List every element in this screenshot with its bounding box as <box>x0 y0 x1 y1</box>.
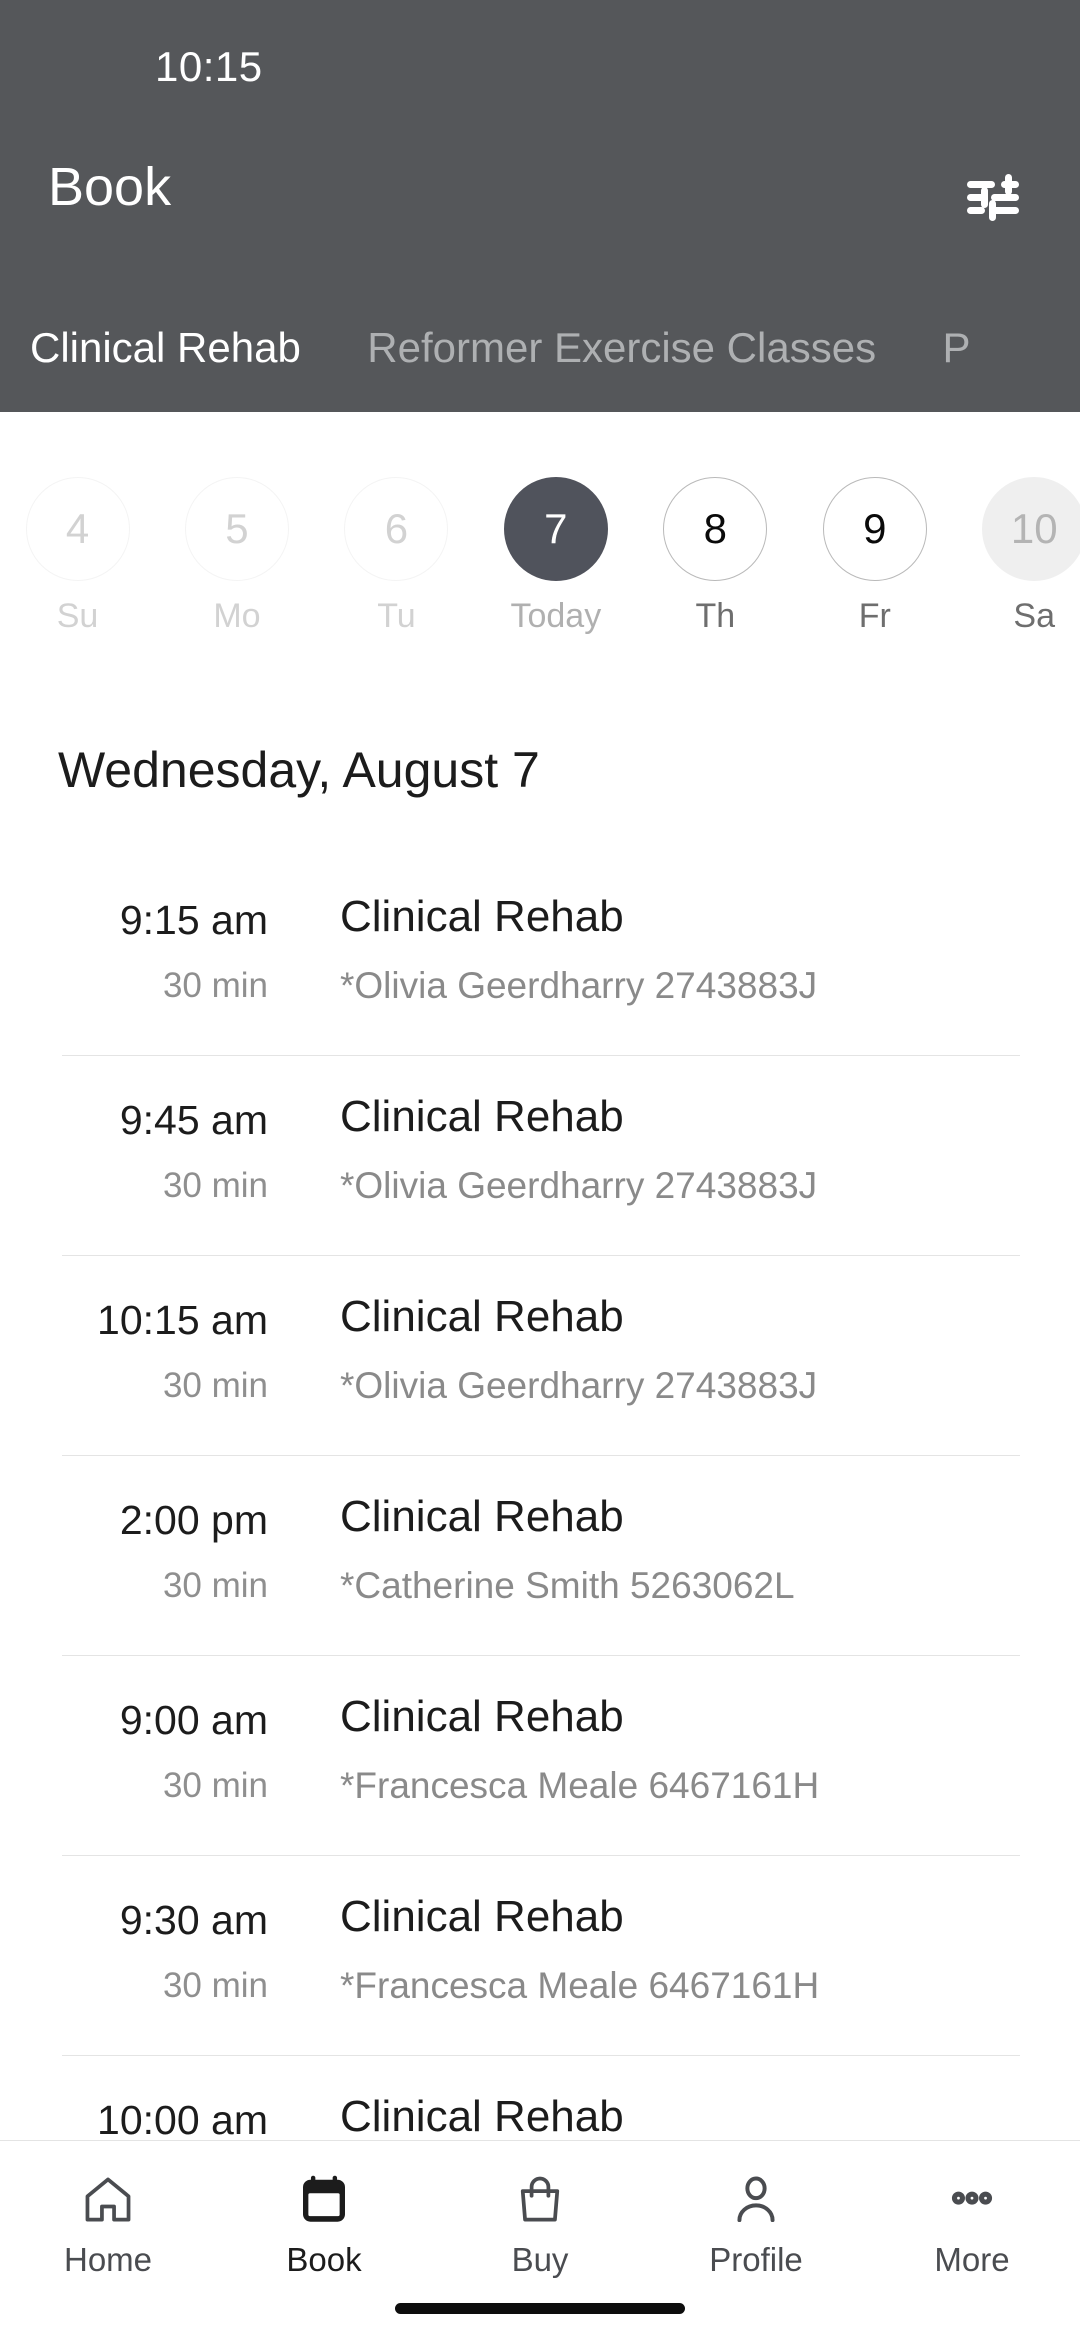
date-number: 8 <box>663 477 768 581</box>
row-divider <box>62 1255 1020 1256</box>
appointment-row[interactable]: 2:00 pm 30 min Clinical Rehab *Catherine… <box>0 1455 1080 1655</box>
date-cell-5[interactable]: 5 Mo <box>159 412 314 633</box>
appointment-subtitle: *Olivia Geerdharry 2743883J <box>340 1365 818 1406</box>
row-divider <box>62 1455 1020 1456</box>
home-indicator <box>395 2303 685 2314</box>
appointment-time: 9:45 am <box>119 1097 268 1143</box>
page-title: Book <box>48 157 172 217</box>
nav-label: Home <box>63 2241 153 2278</box>
status-bar-clock: 10:15 <box>155 43 263 90</box>
filter-button[interactable] <box>948 158 1038 238</box>
date-day-label: Th <box>695 597 736 635</box>
appointment-title: Clinical Rehab <box>340 892 624 941</box>
appointment-time: 9:00 am <box>119 1697 268 1743</box>
nav-item-more[interactable]: More <box>864 2141 1080 2340</box>
date-cell-7-today-selected[interactable]: 7 Today <box>478 412 633 633</box>
date-day-label: Sa <box>1013 597 1056 635</box>
appointment-title: Clinical Rehab <box>340 1292 624 1341</box>
appointment-subtitle: *Francesca Meale 6467161H <box>340 1765 820 1806</box>
nav-label: Buy <box>511 2241 569 2278</box>
appointment-title: Clinical Rehab <box>340 1492 624 1541</box>
date-day-label: Fr <box>858 597 891 635</box>
date-day-label: Today <box>510 597 602 635</box>
appointment-duration: 30 min <box>162 1966 268 2005</box>
date-selector-strip[interactable]: 4 Su 5 Mo 6 Tu 7 Today 8 Th 9 Fr 10 Sa <box>0 412 1080 652</box>
date-number: 5 <box>184 477 289 581</box>
appointment-time: 9:30 am <box>119 1897 268 1943</box>
app-bar: Book <box>0 118 1080 283</box>
appointment-subtitle: *Olivia Geerdharry 2743883J <box>340 1165 818 1206</box>
tab-clinical-rehab[interactable]: Clinical Rehab <box>30 283 301 412</box>
appointment-title: Clinical Rehab <box>340 1092 624 1141</box>
category-tab-bar[interactable]: Clinical Rehab Reformer Exercise Classes… <box>0 283 1080 412</box>
tab-p-truncated[interactable]: P <box>943 283 971 412</box>
date-number: 10 <box>982 477 1080 581</box>
appointment-subtitle: *Olivia Geerdharry 2743883J <box>340 965 818 1006</box>
date-cell-8[interactable]: 8 Th <box>638 412 793 633</box>
date-cell-10[interactable]: 10 Sa <box>957 412 1080 633</box>
date-number: 7 <box>503 477 608 581</box>
app-header: 10:15 Book Clinical Rehab Reformer Exerc… <box>0 0 1080 412</box>
appointment-time: 2:00 pm <box>119 1497 268 1543</box>
date-number: 9 <box>822 477 927 581</box>
appointment-time: 9:15 am <box>119 897 268 943</box>
row-divider <box>62 1655 1020 1656</box>
ellipsis-icon <box>937 2165 1007 2235</box>
appointment-row[interactable]: 9:30 am 30 min Clinical Rehab *Francesca… <box>0 1855 1080 2055</box>
tab-reformer-exercise-classes[interactable]: Reformer Exercise Classes <box>367 283 876 412</box>
appointment-subtitle: *Francesca Meale 6467161H <box>340 1965 820 2006</box>
appointment-title: Clinical Rehab <box>340 1692 624 1741</box>
row-divider <box>62 1855 1020 1856</box>
appointment-subtitle: *Catherine Smith 5263062L <box>340 1565 795 1606</box>
date-day-label: Tu <box>377 597 416 635</box>
appointment-title: Clinical Rehab <box>340 2092 624 2140</box>
date-number: 4 <box>25 477 130 581</box>
appointment-duration: 30 min <box>162 1166 268 1205</box>
date-day-label: Mo <box>213 597 261 635</box>
calendar-icon <box>289 2165 359 2235</box>
person-icon <box>721 2165 791 2235</box>
appointment-row[interactable]: 10:15 am 30 min Clinical Rehab *Olivia G… <box>0 1255 1080 1455</box>
appointment-duration: 30 min <box>162 966 268 1005</box>
bag-icon <box>505 2165 575 2235</box>
appointment-duration: 30 min <box>162 1366 268 1405</box>
selected-day-heading: Wednesday, August 7 <box>58 742 540 798</box>
nav-label: Profile <box>709 2241 803 2278</box>
nav-item-home[interactable]: Home <box>0 2141 216 2340</box>
appointment-duration: 30 min <box>162 1566 268 1605</box>
status-bar: 10:15 <box>0 0 1080 118</box>
appointment-row-partial[interactable]: 10:00 am Clinical Rehab <box>0 2055 1080 2140</box>
bottom-navigation-bar[interactable]: Home Book Buy Profile More <box>0 2140 1080 2340</box>
nav-label: More <box>934 2241 1010 2278</box>
appointment-title: Clinical Rehab <box>340 1892 624 1941</box>
appointment-duration: 30 min <box>162 1766 268 1805</box>
appointment-row[interactable]: 9:45 am 30 min Clinical Rehab *Olivia Ge… <box>0 1055 1080 1255</box>
row-divider <box>62 2055 1020 2056</box>
appointment-row[interactable]: 9:00 am 30 min Clinical Rehab *Francesca… <box>0 1655 1080 1855</box>
appointment-time: 10:15 am <box>97 1297 268 1343</box>
date-day-label: Su <box>56 597 99 635</box>
date-cell-6[interactable]: 6 Tu <box>319 412 474 633</box>
date-number: 6 <box>344 477 449 581</box>
row-divider <box>62 1055 1020 1056</box>
appointment-row[interactable]: 9:15 am 30 min Clinical Rehab *Olivia Ge… <box>0 855 1080 1055</box>
date-cell-9[interactable]: 9 Fr <box>797 412 952 633</box>
nav-label: Book <box>286 2241 362 2278</box>
date-cell-4[interactable]: 4 Su <box>0 412 155 633</box>
tune-filter-icon <box>965 173 1021 223</box>
appointment-time: 10:00 am <box>97 2097 268 2141</box>
appointment-list[interactable]: 9:15 am 30 min Clinical Rehab *Olivia Ge… <box>0 855 1080 2140</box>
home-icon <box>73 2165 143 2235</box>
